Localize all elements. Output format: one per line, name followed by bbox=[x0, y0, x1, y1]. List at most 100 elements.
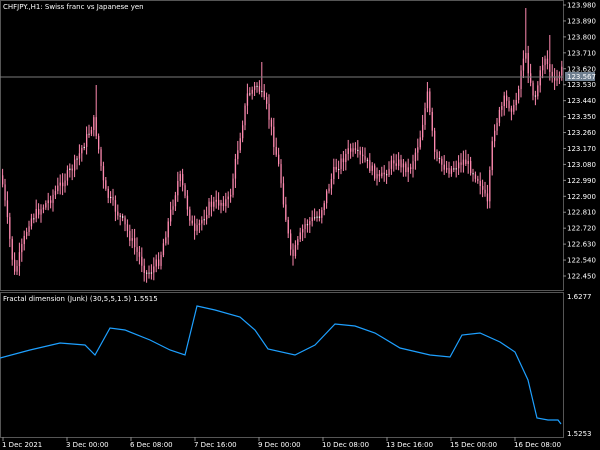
candle-body bbox=[213, 201, 215, 207]
price-axis-label: 123.530 bbox=[567, 81, 596, 89]
candle-body bbox=[318, 216, 321, 218]
candle-body bbox=[266, 97, 268, 104]
candle-body bbox=[287, 219, 289, 234]
candle-body bbox=[11, 238, 13, 260]
candle-body bbox=[280, 164, 282, 184]
candle-body bbox=[220, 202, 222, 206]
candle-body bbox=[206, 215, 208, 220]
candle-body bbox=[386, 174, 388, 176]
candle-body bbox=[23, 235, 25, 245]
candle-body bbox=[270, 119, 273, 127]
candle-body bbox=[143, 265, 145, 273]
candle-body bbox=[328, 188, 330, 192]
candle-body bbox=[549, 64, 551, 72]
candle-body bbox=[544, 58, 546, 66]
candle-body bbox=[158, 259, 160, 266]
indicator-title: Fractal dimension (Junk) (30,5,5,1.5) 1.… bbox=[3, 295, 158, 303]
candle-body bbox=[323, 203, 325, 211]
price-axis-label: 123.440 bbox=[567, 97, 596, 105]
candle-body bbox=[191, 220, 193, 224]
candle-body bbox=[237, 150, 239, 159]
price-axis-label: 122.450 bbox=[567, 273, 596, 281]
candle-body bbox=[194, 223, 196, 231]
price-axis-label: 122.900 bbox=[567, 193, 596, 201]
candle-body bbox=[371, 165, 373, 171]
candle-body bbox=[225, 199, 227, 207]
candle-body bbox=[412, 161, 414, 170]
candle-body bbox=[2, 175, 4, 185]
candle-body bbox=[357, 149, 359, 151]
candle-body bbox=[172, 206, 174, 210]
candle-body bbox=[354, 148, 357, 150]
candle-body bbox=[366, 159, 369, 161]
candle-body bbox=[446, 168, 448, 170]
candle-body bbox=[426, 91, 429, 109]
candle-body bbox=[244, 105, 246, 126]
current-price-tag: 123.567 bbox=[565, 72, 596, 81]
candle-body bbox=[150, 272, 153, 274]
candle-body bbox=[316, 216, 318, 218]
time-axis-label: 7 Dec 16:00 bbox=[194, 441, 237, 449]
candle-body bbox=[110, 196, 112, 198]
price-axis-label: 122.630 bbox=[567, 241, 596, 249]
candle-body bbox=[525, 52, 527, 59]
candle-body bbox=[362, 154, 364, 157]
candle-body bbox=[350, 148, 352, 152]
candle-body bbox=[119, 215, 121, 217]
candle-body bbox=[532, 82, 534, 96]
candle-body bbox=[227, 196, 229, 200]
candle-body bbox=[510, 108, 513, 112]
time-axis-label: 10 Dec 08:00 bbox=[322, 441, 369, 449]
candle-body bbox=[501, 106, 503, 110]
candle-body bbox=[95, 117, 97, 136]
candle-body bbox=[306, 224, 309, 226]
candle-body bbox=[184, 185, 186, 196]
candle-body bbox=[33, 218, 35, 220]
candle-body bbox=[482, 185, 484, 190]
candle-body bbox=[258, 86, 261, 92]
candle-body bbox=[299, 232, 301, 240]
candle-body bbox=[294, 245, 297, 257]
candle-body bbox=[69, 168, 71, 171]
candle-body bbox=[189, 209, 191, 221]
candle-body bbox=[186, 195, 189, 210]
candle-body bbox=[546, 58, 549, 65]
candle-body bbox=[515, 99, 517, 106]
time-axis-label: 13 Dec 16:00 bbox=[386, 441, 433, 449]
price-axis-label: 122.720 bbox=[567, 225, 596, 233]
candle-body bbox=[62, 182, 64, 187]
candle-body bbox=[465, 159, 467, 164]
candle-body bbox=[342, 158, 345, 163]
candle-body bbox=[28, 226, 30, 232]
candle-body bbox=[537, 85, 539, 97]
candle-body bbox=[218, 199, 220, 206]
candle-body bbox=[81, 148, 83, 154]
candle-body bbox=[410, 167, 412, 170]
candle-body bbox=[64, 180, 66, 187]
candle-body bbox=[381, 172, 383, 177]
candle-body bbox=[292, 249, 294, 257]
candle-body bbox=[460, 162, 462, 165]
price-axis-label: 122.810 bbox=[567, 209, 596, 217]
price-axis-label: 123.710 bbox=[567, 49, 596, 57]
candle-body bbox=[242, 125, 244, 139]
candle-body bbox=[83, 146, 85, 149]
trading-chart[interactable]: CHFJPY.,H1: Swiss franc vs Japanese yen … bbox=[0, 0, 600, 450]
candle-body bbox=[117, 211, 119, 216]
candle-body bbox=[148, 272, 150, 274]
price-axis-label: 123.260 bbox=[567, 129, 596, 137]
candle-body bbox=[472, 173, 474, 175]
candle-body bbox=[431, 111, 433, 131]
candle-body bbox=[76, 158, 78, 160]
candle-body bbox=[402, 163, 405, 168]
candle-body bbox=[88, 133, 90, 135]
candle-body bbox=[398, 159, 400, 166]
price-axis-label: 122.990 bbox=[567, 177, 596, 185]
candle-body bbox=[453, 168, 455, 170]
candle-body bbox=[282, 183, 285, 205]
candle-body bbox=[522, 58, 525, 71]
candle-body bbox=[395, 163, 397, 166]
candle-body bbox=[551, 71, 553, 77]
candle-body bbox=[450, 168, 453, 174]
candle-body bbox=[182, 174, 184, 186]
